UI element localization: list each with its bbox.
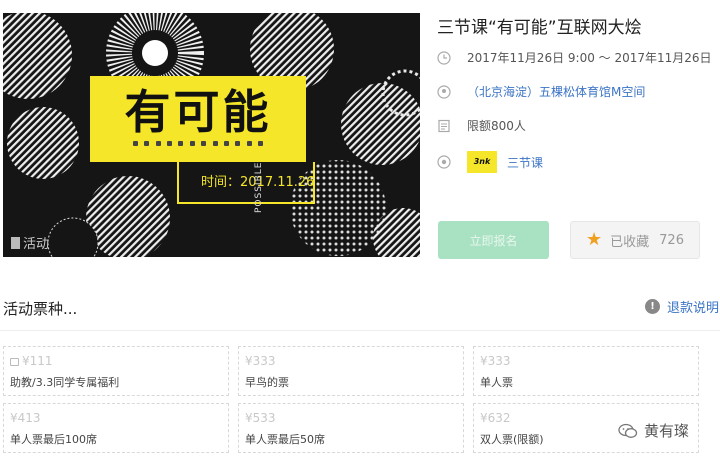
- ticket-name: 助教/3.3同学专属福利: [10, 376, 120, 389]
- ticket-name: 早鸟的票: [245, 376, 289, 389]
- event-quota: 限额800人: [467, 119, 526, 133]
- favorite-count: 726: [659, 232, 684, 248]
- poster-title: 有可能: [124, 85, 272, 139]
- organizer-logo[interactable]: 3nk: [467, 151, 497, 173]
- event-time: 2017年11月26日 9:00 ～ 2017年11月26日: [467, 51, 712, 65]
- ticket-option[interactable]: ¥333 早鸟的票: [238, 346, 464, 396]
- refund-label[interactable]: 退款说明: [667, 297, 719, 316]
- event-location[interactable]: （北京海淀）五棵松体育馆M空间: [467, 83, 645, 100]
- clock-icon: [437, 50, 451, 65]
- organizer-name[interactable]: 三节课: [507, 154, 543, 171]
- ticket-option[interactable]: ¥333 单人票: [473, 346, 699, 396]
- watermark-text: 黄有璨: [644, 422, 690, 440]
- favorite-label: 已收藏: [610, 234, 650, 250]
- register-button[interactable]: 立即报名: [438, 221, 549, 259]
- info-icon: !: [645, 299, 660, 314]
- ticket-name: 单人票最后100席: [10, 433, 97, 446]
- poster-vertical-text: POSSIBLE: [254, 161, 264, 213]
- ticket-option[interactable]: ¥111 助教/3.3同学专属福利: [3, 346, 229, 396]
- section-divider: [0, 330, 720, 331]
- list-icon: [438, 119, 450, 132]
- event-organizer-row[interactable]: 3nk 三节课: [437, 151, 543, 173]
- event-quota-row: 限额800人: [437, 117, 526, 134]
- poster-logo-text: 活动: [23, 237, 50, 252]
- ticket-name: 双人票(限额): [480, 433, 544, 446]
- ticket-name: 单人票最后50席: [245, 433, 325, 446]
- ticket-price: ¥632: [480, 411, 511, 425]
- ticket-option[interactable]: ¥533 单人票最后50席: [238, 403, 464, 453]
- watermark: 黄有璨: [614, 418, 694, 443]
- poster-dots: [133, 141, 263, 147]
- ticket-price: ¥111: [10, 354, 53, 368]
- event-time-row: 2017年11月26日 9:00 ～ 2017年11月26日: [437, 49, 712, 66]
- lock-icon: [10, 358, 19, 366]
- event-location-row[interactable]: （北京海淀）五棵松体育馆M空间: [437, 83, 645, 100]
- ticket-option[interactable]: ¥413 单人票最后100席: [3, 403, 229, 453]
- ticket-price: ¥533: [245, 411, 276, 425]
- ticket-price: ¥333: [245, 354, 276, 368]
- ticket-name: 单人票: [480, 376, 513, 389]
- wechat-icon: [618, 423, 638, 438]
- event-title: 三节课“有可能”互联网大烩: [437, 18, 642, 38]
- organizer-icon: [437, 155, 451, 169]
- ticket-price: ¥333: [480, 354, 511, 368]
- refund-link[interactable]: ! 退款说明: [645, 297, 719, 316]
- tickets-section-title: 活动票种...: [3, 300, 78, 318]
- location-pin-icon: [437, 84, 451, 99]
- ticket-price: ¥413: [10, 411, 41, 425]
- star-icon: ★: [586, 229, 603, 250]
- favorite-button[interactable]: ★ 已收藏 726: [570, 221, 700, 259]
- poster-logo: 活动: [11, 233, 49, 252]
- event-poster: 有可能 时间：2017.11.26 POSSIBLE 活动: [3, 13, 420, 257]
